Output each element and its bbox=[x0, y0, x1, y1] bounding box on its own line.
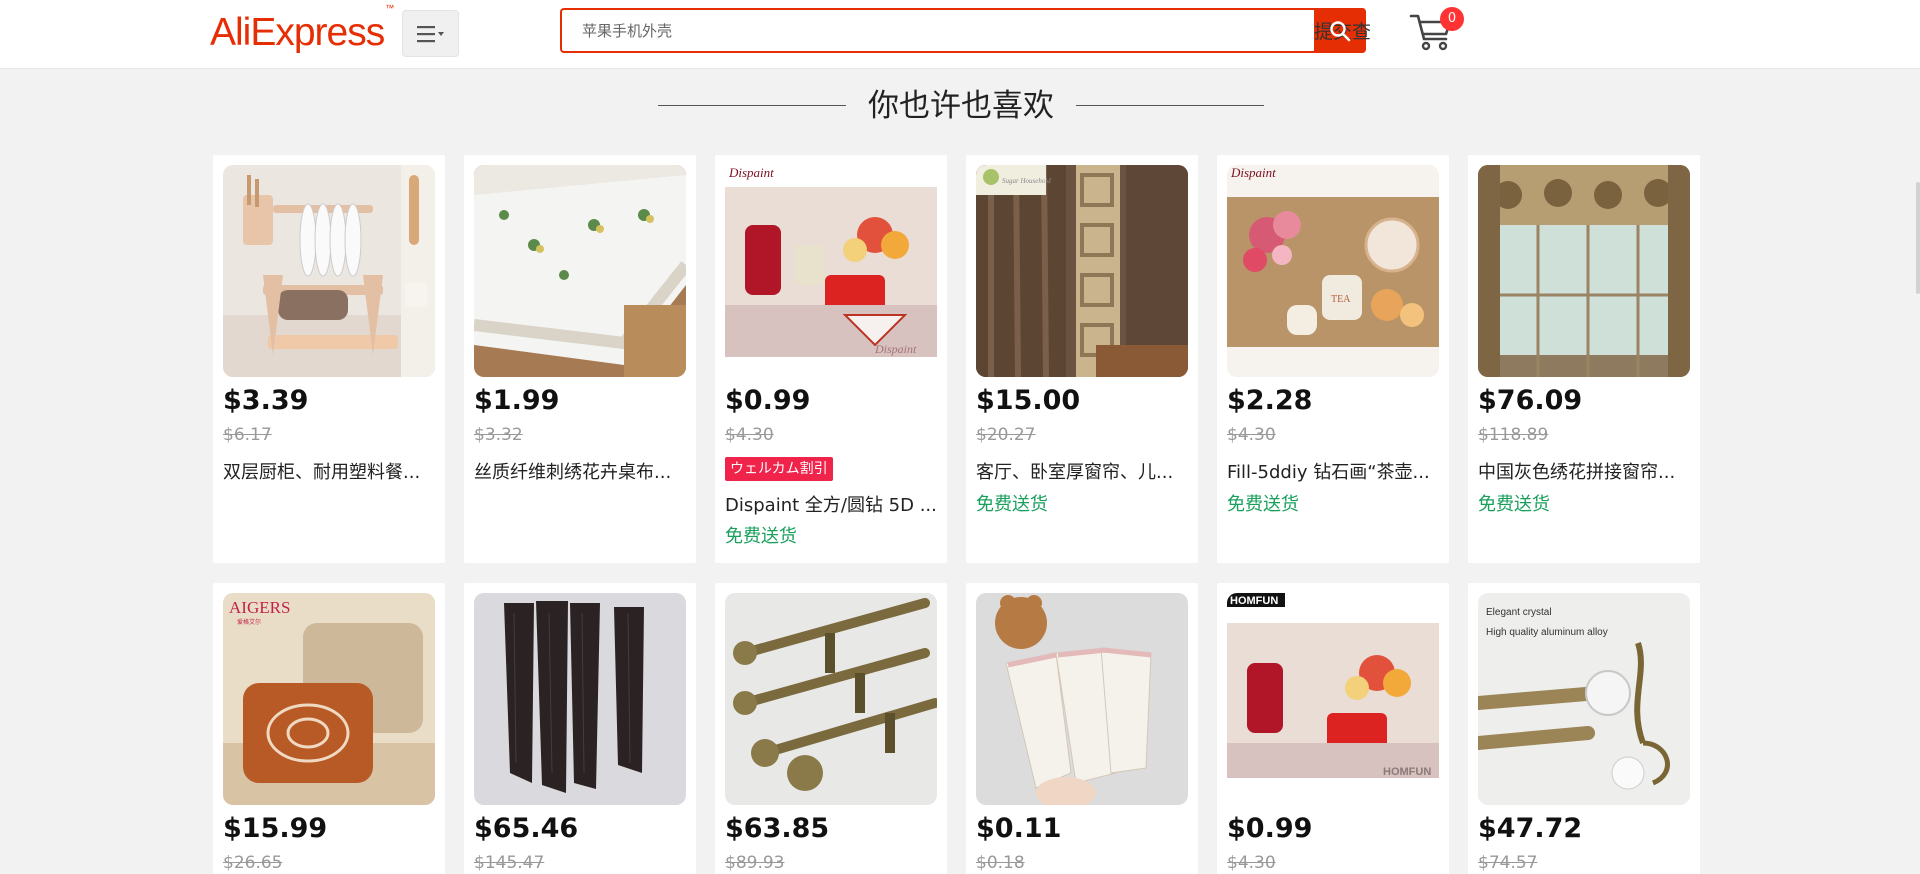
search-icon bbox=[1330, 20, 1351, 41]
product-card[interactable]: AIGERS 爱格艾尔 $15.99 $26.65 bbox=[213, 583, 445, 874]
product-image-dish-rack[interactable] bbox=[223, 165, 435, 377]
free-shipping-label: 免费送货 bbox=[725, 526, 797, 547]
aliexpress-logo[interactable]: AliExpress™ bbox=[210, 3, 394, 55]
svg-text:AIGERS: AIGERS bbox=[229, 598, 290, 617]
svg-text:Elegant crystal: Elegant crystal bbox=[1486, 607, 1552, 618]
product-price: $0.99 bbox=[725, 385, 811, 416]
product-card[interactable]: $65.46 $145.47 bbox=[464, 583, 696, 874]
product-card[interactable]: $3.39 $6.17 双层厨柜、耐用塑料餐... bbox=[213, 155, 445, 563]
free-shipping-label: 免费送货 bbox=[1478, 494, 1550, 515]
svg-text:Dispaint: Dispaint bbox=[874, 342, 917, 356]
product-card[interactable]: $76.09 $118.89 中国灰色绣花拼接窗帘... 免费送货 bbox=[1468, 155, 1700, 563]
product-original-price: $118.89 bbox=[1478, 425, 1549, 445]
product-original-price: $74.57 bbox=[1478, 853, 1538, 873]
product-original-price: $26.65 bbox=[223, 853, 283, 873]
page-scrollbar[interactable] bbox=[1916, 182, 1920, 294]
product-price: $0.11 bbox=[976, 813, 1062, 844]
product-price: $15.99 bbox=[223, 813, 328, 844]
product-image-tablecloth[interactable] bbox=[474, 165, 686, 377]
svg-text:TEA: TEA bbox=[1331, 294, 1351, 305]
product-price: $65.46 bbox=[474, 813, 579, 844]
product-card[interactable]: $1.99 $3.32 丝质纤维刺绣花卉桌布... bbox=[464, 155, 696, 563]
product-price: $1.99 bbox=[474, 385, 560, 416]
product-price: $76.09 bbox=[1478, 385, 1583, 416]
product-price: $0.99 bbox=[1227, 813, 1313, 844]
search-box: 提交查 bbox=[560, 8, 1371, 53]
product-price: $3.39 bbox=[223, 385, 309, 416]
product-image-curtain[interactable]: Sugar Household bbox=[976, 165, 1188, 377]
product-original-price: $20.27 bbox=[976, 425, 1036, 445]
section-title: 你也许也喜欢 bbox=[868, 88, 1054, 124]
product-original-price: $4.30 bbox=[1227, 853, 1276, 873]
product-card[interactable]: Dispaint Dispaint $0.99 $4.30 ウェルカム割引 Di… bbox=[715, 155, 947, 563]
product-card[interactable]: $63.85 $89.93 bbox=[715, 583, 947, 874]
welcome-discount-badge: ウェルカム割引 bbox=[725, 457, 833, 481]
product-original-price: $6.17 bbox=[223, 425, 272, 445]
product-title[interactable]: Dispaint 全方/圆钻 5D ... bbox=[725, 491, 937, 517]
product-image-cushion[interactable]: AIGERS 爱格艾尔 bbox=[223, 593, 435, 805]
product-original-price: $4.30 bbox=[725, 425, 774, 445]
svg-text:Dispaint: Dispaint bbox=[728, 165, 774, 180]
product-original-price: $3.32 bbox=[474, 425, 523, 445]
product-original-price: $89.93 bbox=[725, 853, 785, 873]
product-image-curtain-rod[interactable] bbox=[725, 593, 937, 805]
hamburger-icon bbox=[416, 25, 444, 42]
product-image-socks[interactable] bbox=[976, 593, 1188, 805]
product-card[interactable]: $0.11 $0.18 bbox=[966, 583, 1198, 874]
product-image-diamond-painting[interactable]: Dispaint Dispaint bbox=[725, 165, 937, 377]
product-price: $15.00 bbox=[976, 385, 1081, 416]
svg-text:High quality aluminum alloy: High quality aluminum alloy bbox=[1486, 627, 1608, 638]
category-menu-button[interactable] bbox=[402, 10, 459, 57]
divider-right bbox=[1076, 105, 1264, 106]
product-price: $63.85 bbox=[725, 813, 830, 844]
product-title[interactable]: 中国灰色绣花拼接窗帘... bbox=[1478, 458, 1690, 484]
product-card[interactable]: Elegant crystal High quality aluminum al… bbox=[1468, 583, 1700, 874]
product-image-embroidered-curtain[interactable] bbox=[1478, 165, 1690, 377]
product-original-price: $0.18 bbox=[976, 853, 1025, 873]
product-title[interactable]: 客厅、卧室厚窗帘、儿... bbox=[976, 458, 1188, 484]
recommendations-heading: 你也许也喜欢 bbox=[658, 84, 1264, 128]
product-image-homfun-painting[interactable]: HOMFUN HOMFUN bbox=[1227, 593, 1439, 805]
search-button[interactable]: 提交查 bbox=[1314, 8, 1371, 53]
product-title[interactable]: 丝质纤维刺绣花卉桌布... bbox=[474, 458, 686, 484]
product-original-price: $145.47 bbox=[474, 853, 545, 873]
svg-text:Sugar Household: Sugar Household bbox=[1002, 177, 1051, 185]
svg-text:Dispaint: Dispaint bbox=[1230, 165, 1276, 180]
svg-text:HOMFUN: HOMFUN bbox=[1230, 595, 1278, 607]
product-card[interactable]: Dispaint TEA $2.28 $4.30 Fill-5ddiy 钻石画“… bbox=[1217, 155, 1449, 563]
svg-text:HOMFUN: HOMFUN bbox=[1383, 766, 1431, 778]
cart-button[interactable]: 0 bbox=[1408, 6, 1464, 54]
cart-count-badge: 0 bbox=[1440, 7, 1464, 31]
search-input[interactable] bbox=[562, 10, 1316, 51]
top-header: AliExpress™ 提交查 0 bbox=[0, 0, 1920, 69]
product-price: $2.28 bbox=[1227, 385, 1313, 416]
product-image-crystal-rod[interactable]: Elegant crystal High quality aluminum al… bbox=[1478, 593, 1690, 805]
product-original-price: $4.30 bbox=[1227, 425, 1276, 445]
product-card[interactable]: Sugar Household $15.00 $20.27 客厅、卧室厚窗帘、儿… bbox=[966, 155, 1198, 563]
product-image-teapot-painting[interactable]: Dispaint TEA bbox=[1227, 165, 1439, 377]
svg-text:爱格艾尔: 爱格艾尔 bbox=[237, 618, 261, 626]
free-shipping-label: 免费送货 bbox=[976, 494, 1048, 515]
product-image-hair-bundles[interactable] bbox=[474, 593, 686, 805]
product-title[interactable]: Fill-5ddiy 钻石画“茶壶... bbox=[1227, 458, 1439, 484]
product-title[interactable]: 双层厨柜、耐用塑料餐... bbox=[223, 458, 435, 484]
product-card[interactable]: HOMFUN HOMFUN $0.99 $4.30 bbox=[1217, 583, 1449, 874]
product-price: $47.72 bbox=[1478, 813, 1583, 844]
free-shipping-label: 免费送货 bbox=[1227, 494, 1299, 515]
